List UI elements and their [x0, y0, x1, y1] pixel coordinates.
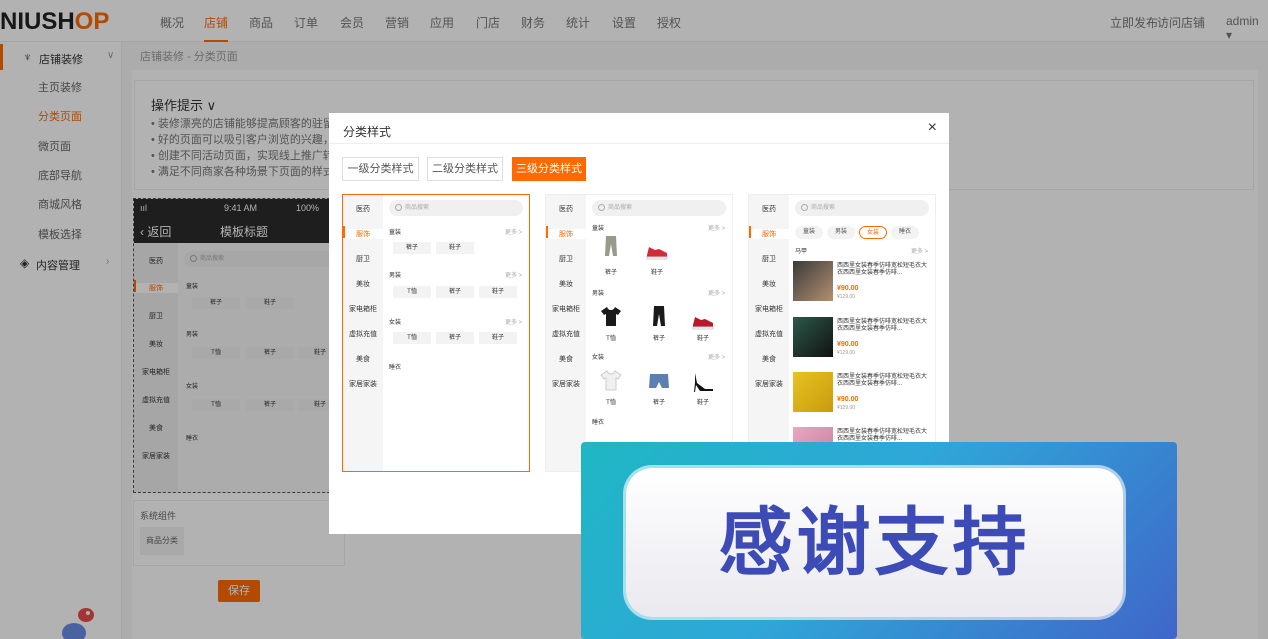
- preview-cat: 美食: [559, 356, 573, 363]
- preview-more: 更多 >: [505, 230, 523, 236]
- preview-chip: 睡衣: [891, 226, 919, 239]
- preview-section-title: 女装: [389, 320, 402, 326]
- modal-title: 分类样式: [343, 125, 392, 139]
- shoe-icon: [646, 247, 668, 260]
- divider: [329, 143, 949, 144]
- product-image: [793, 372, 833, 412]
- preview-cat: 美食: [356, 356, 370, 363]
- preview-chip: 女装: [859, 226, 887, 239]
- preview-search: 商品搜索: [389, 200, 523, 216]
- preview-cat: 医药: [356, 206, 370, 213]
- preview-item-label: 鞋子: [696, 336, 709, 342]
- preview-more: 更多 >: [708, 226, 726, 232]
- preview-cat: 家电箱柜: [349, 306, 377, 313]
- preview-item-label: 鞋子: [650, 270, 663, 276]
- preview-section-title: 男装: [389, 273, 402, 279]
- banner-text: 感谢支持: [718, 501, 1031, 584]
- preview-cat: 服饰: [343, 226, 383, 239]
- preview-cat: 服饰: [749, 226, 789, 239]
- preview-cat: 美妆: [559, 281, 573, 288]
- preview-item-label: 鞋子: [696, 400, 709, 406]
- heel-icon: [694, 373, 713, 392]
- close-icon[interactable]: ×: [928, 119, 937, 137]
- preview-cat: 家居家装: [552, 381, 580, 388]
- preview-cat: 家居家装: [349, 381, 377, 388]
- banner-plate: 感谢支持: [626, 468, 1123, 617]
- pants-icon: [653, 306, 665, 326]
- tab-level3-style[interactable]: 三级分类样式: [512, 157, 586, 181]
- preview-more: 更多 >: [708, 291, 726, 297]
- preview-item-label: 裤子: [604, 270, 617, 276]
- preview-section-title: 睡衣: [592, 420, 605, 426]
- shoe-icon: [692, 317, 714, 330]
- preview-section-title: 马甲: [795, 249, 808, 255]
- preview-cat: 家电箱柜: [755, 306, 783, 313]
- preview-item-label: 裤子: [652, 400, 665, 406]
- preview-more: 更多 >: [505, 320, 523, 326]
- preview-section-title: 男装: [592, 291, 605, 297]
- preview-more: 更多 >: [505, 273, 523, 279]
- preview-tag: 裤子: [393, 242, 431, 254]
- preview-section-title: 童装: [389, 230, 402, 236]
- preview-cat: 服饰: [546, 226, 586, 239]
- preview-tag: T恤: [393, 286, 431, 298]
- preview-tag: 裤子: [436, 286, 474, 298]
- preview-cat: 虚拟充值: [755, 331, 783, 338]
- preview-more: 更多 >: [708, 355, 726, 361]
- preview-cat: 医药: [762, 206, 776, 213]
- preview-product: 西西里女装春季仿啡宽松短毛衣大衣西西里女装春季仿啡... ¥90.00 ¥129…: [793, 317, 933, 369]
- preview-chip: 童装: [795, 226, 823, 239]
- preview-section-title: 童装: [592, 226, 605, 232]
- shorts-icon: [649, 374, 669, 388]
- preview-cat: 美妆: [356, 281, 370, 288]
- preview-more: 更多 >: [911, 249, 929, 255]
- preview-item-label: 裤子: [652, 336, 665, 342]
- tab-level2-style[interactable]: 二级分类样式: [427, 157, 503, 181]
- preview-search: 商品搜索: [795, 200, 929, 216]
- preview-cat: 厨卫: [762, 256, 776, 263]
- preview-tag: T恤: [393, 332, 431, 344]
- product-image: [793, 317, 833, 357]
- preview-section-title: 女装: [592, 355, 605, 361]
- tab-level1-style[interactable]: 一级分类样式: [342, 157, 419, 181]
- preview-search: 商品搜索: [592, 200, 726, 216]
- preview-cat: 虚拟充值: [552, 331, 580, 338]
- preview-chip: 男装: [827, 226, 855, 239]
- style-preview-3[interactable]: 医药 服饰 厨卫 美妆 家电箱柜 虚拟充值 美食 家居家装 商品搜索 童装 男装…: [748, 194, 936, 472]
- preview-tag: 鞋子: [479, 286, 517, 298]
- preview-section-title: 睡衣: [389, 365, 402, 371]
- preview-tag: 鞋子: [479, 332, 517, 344]
- pants-icon: [605, 236, 617, 256]
- tshirt-icon: [601, 307, 621, 326]
- preview-cat: 家电箱柜: [552, 306, 580, 313]
- preview-item-label: T恤: [606, 400, 616, 406]
- product-image: [793, 261, 833, 301]
- style-preview-1[interactable]: 医药 服饰 厨卫 美妆 家电箱柜 虚拟充值 美食 家居家装 商品搜索 童装 更多…: [342, 194, 530, 472]
- style-preview-2[interactable]: 医药 服饰 厨卫 美妆 家电箱柜 虚拟充值 美食 家居家装 商品搜索 童装 更多…: [545, 194, 733, 472]
- preview-product: 西西里女装春季仿啡宽松短毛衣大衣西西里女装春季仿啡... ¥90.00 ¥129…: [793, 261, 933, 313]
- thanks-banner: 感谢支持: [581, 442, 1177, 639]
- preview-item-label: T恤: [606, 336, 616, 342]
- preview-tag: 鞋子: [436, 242, 474, 254]
- preview-cat: 医药: [559, 206, 573, 213]
- preview-cat: 厨卫: [356, 256, 370, 263]
- preview-cat: 家居家装: [755, 381, 783, 388]
- preview-product: 西西里女装春季仿啡宽松短毛衣大衣西西里女装春季仿啡... ¥90.00 ¥129…: [793, 372, 933, 424]
- preview-cat: 厨卫: [559, 256, 573, 263]
- preview-cat: 美妆: [762, 281, 776, 288]
- tshirt-icon: [600, 370, 622, 391]
- preview-cat: 虚拟充值: [349, 331, 377, 338]
- preview-tag: 裤子: [436, 332, 474, 344]
- preview-cat: 美食: [762, 356, 776, 363]
